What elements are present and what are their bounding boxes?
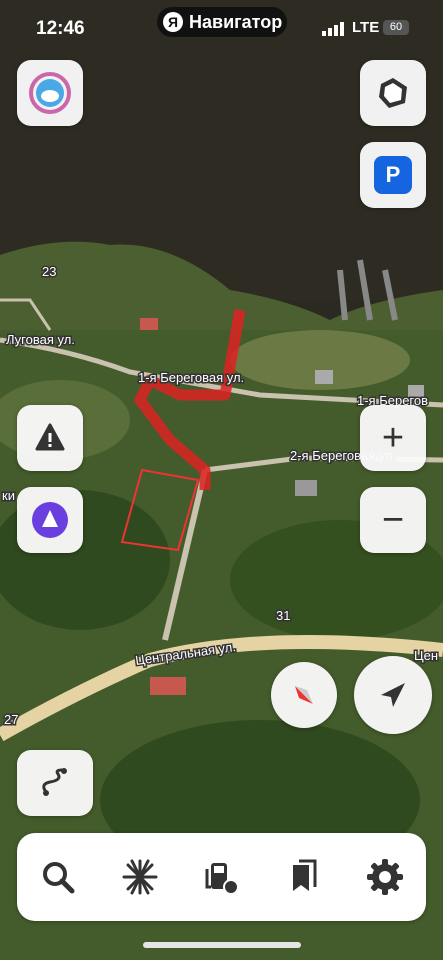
bottom-toolbar <box>17 833 426 921</box>
battery-icon: 60 <box>383 20 409 35</box>
sparkle-icon <box>122 859 158 895</box>
fuel-pump-icon <box>205 863 240 895</box>
status-bar: 12:46 Я Навигатор LTE 60 <box>0 0 443 58</box>
route-button[interactable] <box>17 750 93 816</box>
gear-icon <box>367 859 404 895</box>
settings-button[interactable] <box>360 852 410 902</box>
discovery-button[interactable] <box>115 852 165 902</box>
search-button[interactable] <box>33 852 83 902</box>
signal-icon <box>322 22 344 36</box>
report-incident-button[interactable] <box>17 405 83 471</box>
alice-icon <box>32 502 68 538</box>
street-label-centralnaya-2: Цен <box>414 648 438 663</box>
house-number-23: 23 <box>42 264 56 279</box>
status-time: 12:46 <box>36 18 85 39</box>
network-label: LTE <box>352 19 380 36</box>
warning-icon <box>35 423 65 451</box>
home-indicator[interactable] <box>143 942 301 948</box>
street-label-partial: ки <box>2 488 15 503</box>
street-label-1-beregovaya: 1-я Береговая ул. <box>138 370 244 385</box>
app-pill[interactable]: Я Навигатор <box>157 7 287 37</box>
house-number-31: 31 <box>276 608 290 623</box>
bookmarks-icon <box>293 859 317 891</box>
route-icon <box>42 768 67 796</box>
layers-icon <box>379 78 407 108</box>
parking-icon: P <box>374 156 412 194</box>
yandex-logo-icon: Я <box>163 12 183 32</box>
bookmarks-button[interactable] <box>278 852 328 902</box>
alice-assistant-button[interactable] <box>17 487 83 553</box>
app-name: Навигатор <box>189 11 283 32</box>
my-location-button[interactable] <box>354 656 432 734</box>
layers-button[interactable] <box>360 60 426 126</box>
zoom-out-button[interactable]: − <box>360 487 426 553</box>
avatar-icon <box>29 72 71 114</box>
street-label-lugovaya: Луговая ул. <box>6 332 75 347</box>
compass-button[interactable] <box>271 662 337 728</box>
profile-button[interactable] <box>17 60 83 126</box>
house-number-27: 27 <box>4 712 18 727</box>
compass-icon <box>295 686 313 704</box>
fuel-button[interactable] <box>196 852 246 902</box>
parking-button[interactable]: P <box>360 142 426 208</box>
search-icon <box>42 862 75 894</box>
navigation-arrow-icon <box>381 683 405 707</box>
zoom-in-button[interactable]: + <box>360 405 426 471</box>
